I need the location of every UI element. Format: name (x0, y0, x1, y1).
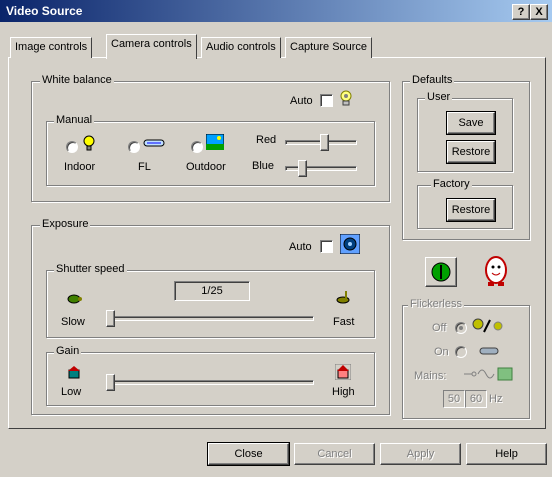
wb-auto-icon (338, 89, 354, 112)
wb-auto-label: Auto (290, 95, 313, 107)
exposure-auto-checkbox[interactable] (320, 240, 333, 253)
power-button[interactable] (425, 257, 457, 287)
rabbit-icon (335, 289, 351, 308)
gain-slider-thumb[interactable] (106, 374, 115, 391)
blue-slider-track[interactable] (285, 166, 357, 171)
gain-group (46, 352, 375, 406)
gain-high-icon (334, 363, 352, 383)
user-label: User (425, 91, 453, 103)
help-title-button[interactable]: ? (512, 4, 530, 20)
blue-slider-thumb[interactable] (298, 160, 307, 177)
slow-label: Slow (61, 316, 85, 328)
turtle-icon (66, 293, 82, 308)
indoor-label: Indoor (64, 161, 96, 173)
bulb-icon (81, 134, 97, 155)
user-restore-button[interactable]: Restore (446, 140, 496, 164)
fl-label: FL (138, 161, 151, 173)
hz50-button[interactable]: 50 (443, 390, 465, 408)
shutter-readout: 1/25 (174, 281, 250, 301)
defaults-label: Defaults (410, 74, 455, 86)
fl-radio[interactable] (128, 141, 140, 153)
title-bar (0, 0, 552, 22)
high-label: High (332, 386, 355, 398)
exposure-label: Exposure (40, 218, 91, 230)
red-slider-thumb[interactable] (320, 134, 329, 151)
mascot-icon[interactable] (482, 254, 512, 291)
aperture-icon (339, 233, 361, 257)
flicker-on-label: On (434, 346, 449, 358)
cancel-button[interactable]: Cancel (294, 443, 375, 465)
tab-audio-controls[interactable]: Audio controls (201, 37, 281, 58)
hz-unit-label: Hz (489, 393, 503, 405)
hz60-button[interactable]: 60 (465, 390, 487, 408)
factory-restore-button[interactable]: Restore (446, 198, 496, 222)
low-label: Low (61, 386, 82, 398)
exposure-auto-label: Auto (289, 241, 312, 253)
manual-label: Manual (54, 114, 95, 126)
gain-low-icon (66, 366, 82, 383)
tab-camera-controls[interactable]: Camera controls (106, 34, 197, 59)
flicker-tube-icon (479, 345, 499, 360)
blue-label: Blue (252, 160, 275, 172)
outdoor-radio[interactable] (191, 141, 203, 153)
close-button[interactable]: Close (207, 442, 290, 466)
window-title: Video Source (6, 4, 83, 18)
flicker-off-label: Off (432, 322, 447, 334)
outdoor-label: Outdoor (186, 161, 226, 173)
apply-button[interactable]: Apply (380, 443, 461, 465)
close-title-button[interactable]: X (530, 4, 548, 20)
save-button[interactable]: Save (446, 111, 496, 135)
gain-slider-track[interactable] (106, 380, 314, 385)
tab-capture-source[interactable]: Capture Source (285, 37, 373, 58)
fast-label: Fast (333, 316, 355, 328)
mains-label: Mains: (414, 370, 447, 382)
flickerless-label: Flickerless (408, 298, 464, 310)
red-label: Red (256, 134, 277, 146)
help-button[interactable]: Help (466, 443, 547, 465)
wb-auto-checkbox[interactable] (320, 94, 333, 107)
shutter-slider-track[interactable] (106, 316, 314, 321)
shutter-slider-thumb[interactable] (106, 310, 115, 327)
flicker-on-radio[interactable] (455, 346, 467, 358)
shutter-label: Shutter speed (54, 263, 127, 275)
flicker-bulb-sun-icon (472, 317, 506, 338)
indoor-radio[interactable] (66, 141, 78, 153)
flicker-off-radio[interactable] (455, 322, 467, 334)
mains-plug-icon (462, 366, 514, 385)
white-balance-label: White balance (40, 74, 114, 86)
gain-label: Gain (54, 345, 82, 357)
factory-label: Factory (431, 178, 472, 190)
outdoor-landscape-icon (205, 133, 225, 153)
tab-image-controls[interactable]: Image controls (10, 37, 93, 58)
fluorescent-tube-icon (143, 137, 165, 152)
